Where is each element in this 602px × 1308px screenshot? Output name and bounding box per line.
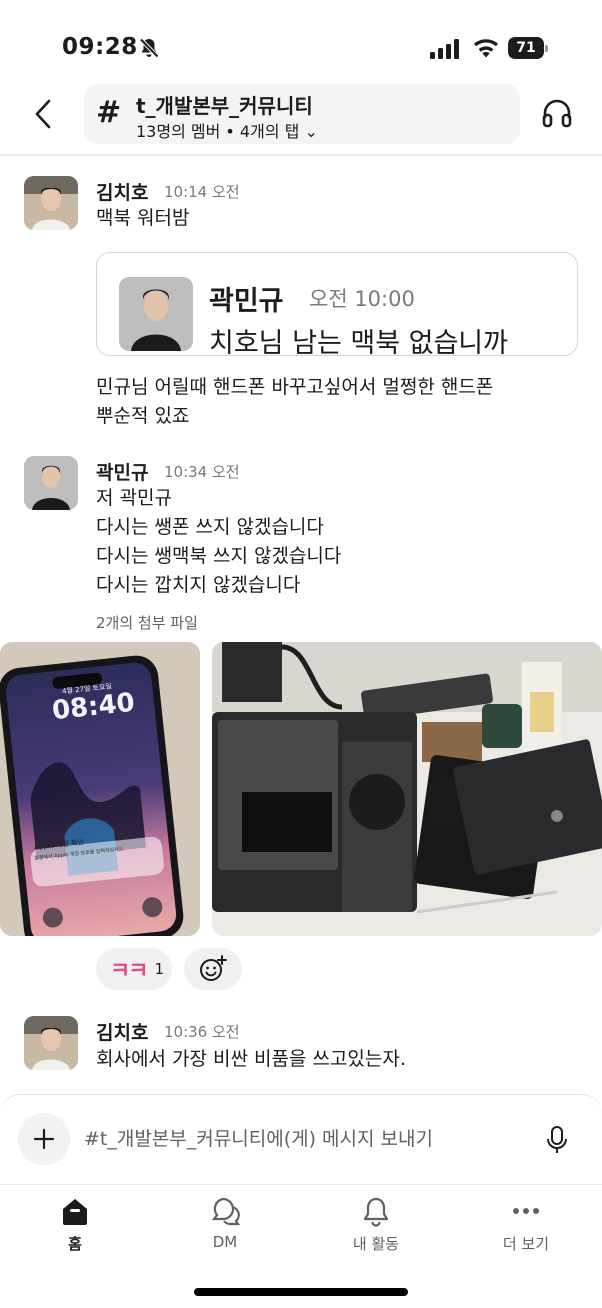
bell-muted-icon <box>139 38 159 58</box>
tab-dm[interactable]: DM <box>170 1195 280 1265</box>
add-reaction-button[interactable] <box>184 948 242 990</box>
message-sender[interactable]: 김치호 <box>96 178 148 205</box>
message-text: 다시는 쌩폰 쓰지 않겠습니다 <box>96 516 324 538</box>
tab-label: DM <box>212 1233 238 1251</box>
bell-icon <box>363 1197 389 1227</box>
attachment-image-phone[interactable]: 4월 27일 토요일 08:40 Apple 계정 확인 설정에서 Apple … <box>0 642 200 936</box>
wifi-icon <box>474 39 498 58</box>
message-composer <box>0 1094 602 1182</box>
quote-timestamp: 오전 10:00 <box>309 287 415 311</box>
quoted-message-card[interactable]: 곽민규 오전 10:00 치호님 남는 맥북 없습니까 <box>96 252 578 359</box>
headphones-icon[interactable] <box>540 96 574 130</box>
reaction-count: 1 <box>154 960 165 978</box>
add-emoji-icon <box>200 955 227 981</box>
channel-header: # t_개발본부_커뮤니티 13명의 멤버 • 4개의 탭 ⌄ <box>0 84 602 154</box>
channel-meta: 13명의 멤버 • 4개의 탭 ⌄ <box>136 118 318 142</box>
back-button[interactable] <box>26 94 60 134</box>
status-bar: 09:28 71 <box>0 0 602 90</box>
more-icon <box>513 1208 539 1214</box>
message-sender[interactable]: 김치호 <box>96 1018 148 1045</box>
battery-tip <box>545 45 548 52</box>
status-time: 09:28 <box>62 34 138 60</box>
signal-icon <box>430 39 459 59</box>
microphone-icon[interactable] <box>545 1125 569 1155</box>
desk-photo <box>212 642 602 936</box>
message-input[interactable] <box>84 1121 524 1157</box>
attachment-image-desk[interactable] <box>212 642 602 936</box>
message-timestamp: 10:34 오전 <box>164 463 240 481</box>
message-timestamp: 10:14 오전 <box>164 183 240 201</box>
tab-label: 내 활동 <box>352 1235 400 1253</box>
chevron-left-icon <box>35 99 51 129</box>
avatar[interactable] <box>24 176 78 230</box>
quote-avatar-photo <box>119 277 193 351</box>
quote-sender: 곽민규 <box>209 286 284 317</box>
channel-meta-text: 13명의 멤버 • 4개의 탭 <box>136 122 300 141</box>
home-indicator <box>194 1288 408 1296</box>
message-text: 다시는 깝치지 않겠습니다 <box>96 574 301 596</box>
tab-home[interactable]: 홈 <box>20 1195 130 1265</box>
avatar[interactable] <box>24 1016 78 1070</box>
message-text: 저 곽민규 <box>96 487 172 509</box>
message-text: 다시는 쌩맥북 쓰지 않겠습니다 <box>96 545 342 567</box>
reaction-emoji: ㅋㅋ <box>110 959 149 984</box>
battery-indicator: 71 <box>508 37 548 59</box>
message-text: 민규님 어릴때 핸드폰 바꾸고싶어서 멀쩡한 핸드폰 <box>96 376 494 398</box>
home-icon <box>63 1199 87 1225</box>
channel-name: t_개발본부_커뮤니티 <box>136 94 313 118</box>
header-divider <box>0 154 602 156</box>
message-text: 회사에서 가장 비싼 비품을 쓰고있는자. <box>96 1048 406 1070</box>
tab-more[interactable]: 더 보기 <box>471 1195 581 1265</box>
message-text: 뿌순적 있죠 <box>96 405 190 427</box>
message-sender[interactable]: 곽민규 <box>96 458 148 485</box>
tab-label: 더 보기 <box>502 1235 550 1253</box>
quote-text: 치호님 남는 맥북 없습니까 <box>209 328 508 359</box>
tab-activity[interactable]: 내 활동 <box>321 1195 431 1265</box>
avatar[interactable] <box>24 456 78 510</box>
message-timestamp: 10:36 오전 <box>164 1023 240 1041</box>
battery-level: 71 <box>508 37 544 59</box>
chevron-down-icon: ⌄ <box>304 122 318 141</box>
quote-avatar <box>119 277 193 351</box>
channel-info-button[interactable]: # t_개발본부_커뮤니티 13명의 멤버 • 4개의 탭 ⌄ <box>84 84 520 144</box>
hash-icon: # <box>96 95 122 130</box>
avatar-photo <box>24 456 78 510</box>
plus-icon <box>33 1128 55 1150</box>
reaction-button[interactable]: ㅋㅋ 1 <box>96 948 172 990</box>
tab-label: 홈 <box>68 1235 82 1253</box>
avatar-photo <box>24 1016 78 1070</box>
avatar-photo <box>24 176 78 230</box>
message-text: 맥북 워터밤 <box>96 207 190 229</box>
attachments-label: 2개의 첨부 파일 <box>96 614 198 632</box>
add-attachment-button[interactable] <box>18 1113 70 1165</box>
dm-icon <box>211 1197 241 1226</box>
